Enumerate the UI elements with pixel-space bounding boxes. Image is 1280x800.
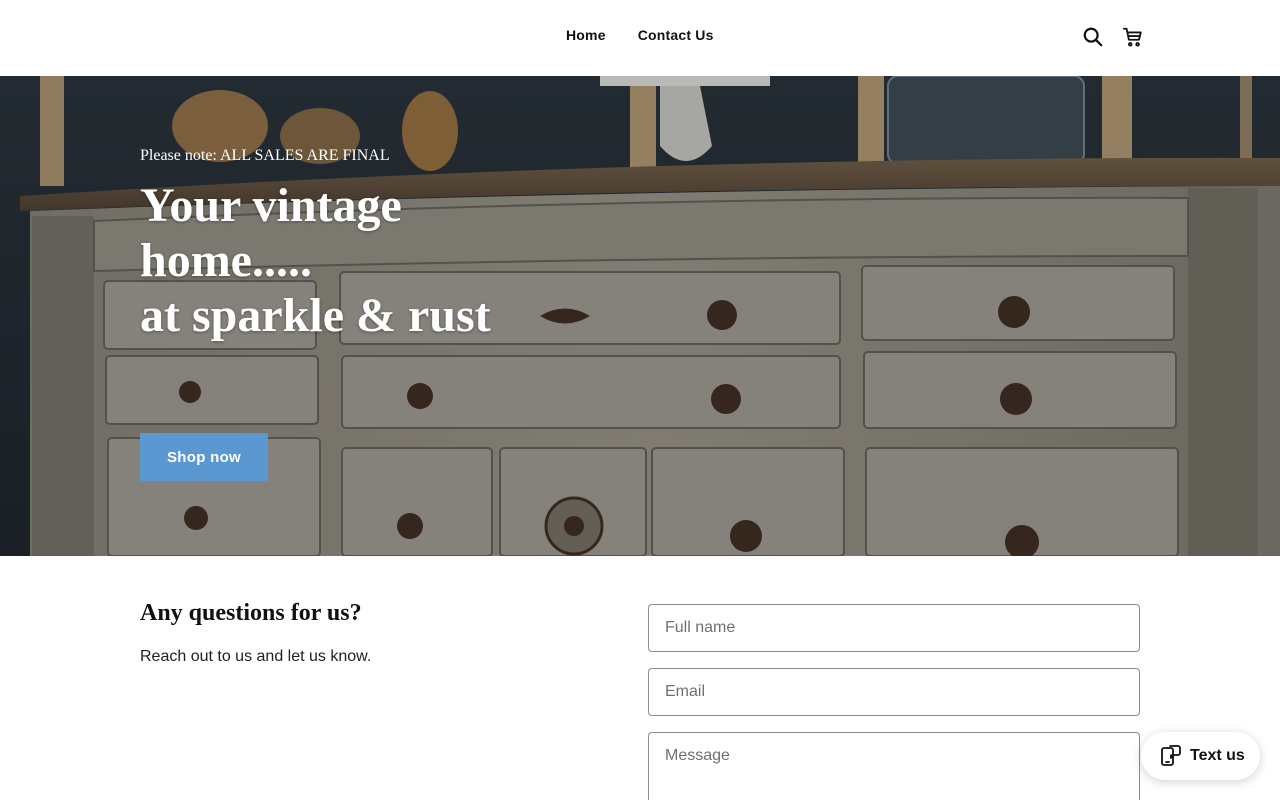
phone-chat-icon [1158, 744, 1182, 768]
nav-contact-link[interactable]: Contact Us [638, 27, 714, 43]
headline-line-1: Your vintage [140, 179, 402, 232]
main-nav: Home Contact Us [566, 27, 714, 43]
hero-headline: Your vintage home..... at sparkle & rust [140, 178, 560, 343]
headline-line-2: home..... [140, 234, 312, 287]
sales-notice: Please note: ALL SALES ARE FINAL [140, 147, 390, 164]
message-textarea[interactable] [648, 732, 1140, 800]
contact-heading: Any questions for us? [140, 600, 362, 626]
cart-icon[interactable] [1122, 26, 1144, 48]
hero-banner: Please note: ALL SALES ARE FINAL Your vi… [0, 76, 1280, 556]
site-header: Home Contact Us [0, 0, 1280, 76]
email-input[interactable] [648, 668, 1140, 716]
search-icon[interactable] [1082, 26, 1104, 48]
text-us-button[interactable]: Text us [1141, 732, 1260, 780]
full-name-input[interactable] [648, 604, 1140, 652]
shop-now-button[interactable]: Shop now [140, 433, 268, 481]
contact-subtitle: Reach out to us and let us know. [140, 648, 372, 665]
nav-home-link[interactable]: Home [566, 27, 606, 43]
text-us-label: Text us [1190, 747, 1245, 764]
headline-line-3: at sparkle & rust [140, 289, 491, 342]
